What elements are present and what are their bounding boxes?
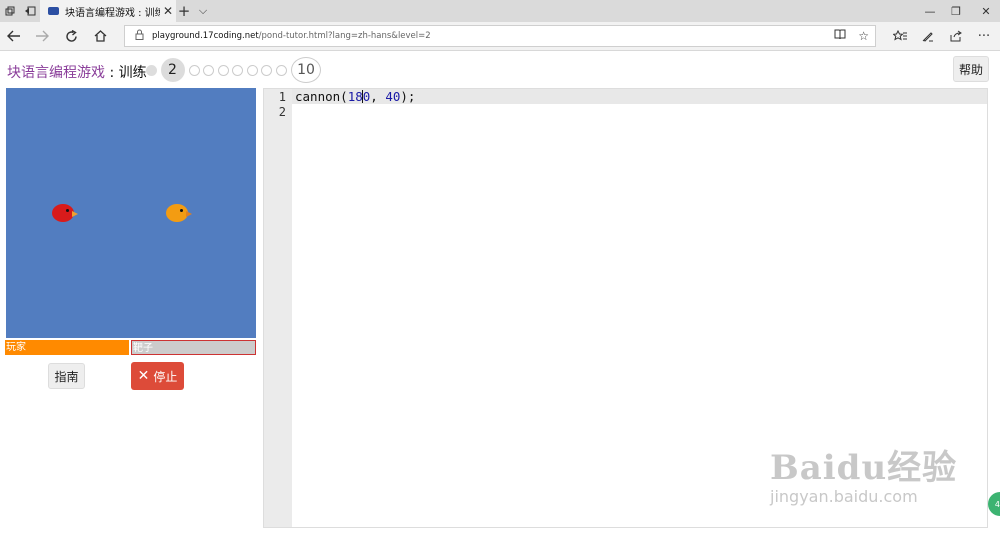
favorite-star-icon[interactable]: ☆ xyxy=(858,29,869,43)
target-duck-icon xyxy=(166,204,192,222)
player-duck-icon xyxy=(52,204,78,222)
pen-icon[interactable] xyxy=(918,22,938,50)
more-icon[interactable]: ··· xyxy=(974,22,994,50)
line-number-gutter xyxy=(264,89,292,527)
restore-button[interactable]: ❐ xyxy=(946,0,966,22)
address-url: playground.17coding.net/pond-tutor.html?… xyxy=(152,31,431,41)
page-title: 块语言编程游戏 : 训练 xyxy=(7,62,147,82)
game-title-link[interactable]: 块语言编程游戏 xyxy=(7,65,105,81)
tab-menu-icon[interactable]: ⌵ xyxy=(196,0,210,22)
address-bar[interactable]: playground.17coding.net/pond-tutor.html?… xyxy=(124,25,876,47)
active-tab[interactable]: 块语言编程游戏 : 训练 ✕ xyxy=(40,0,176,22)
line-number: 2 xyxy=(278,105,286,119)
level-3-dot[interactable] xyxy=(188,64,200,76)
guide-button[interactable]: 指南 xyxy=(48,363,85,389)
player-health-bar: 玩家 xyxy=(5,340,129,355)
pond-canvas xyxy=(6,88,256,338)
target-health-bar: 靶子 xyxy=(131,340,256,355)
level-9-dot[interactable] xyxy=(275,64,287,76)
window-close-button[interactable]: ✕ xyxy=(976,0,996,22)
tab-close-icon[interactable]: ✕ xyxy=(160,4,176,18)
level-8-dot[interactable] xyxy=(261,64,272,76)
close-icon: ✕ xyxy=(137,368,150,384)
back-arrow-icon[interactable] xyxy=(4,22,24,50)
minimize-button[interactable]: — xyxy=(920,0,940,22)
new-tab-button[interactable]: + xyxy=(176,0,192,22)
title-separator: : xyxy=(105,65,119,81)
lock-icon xyxy=(135,29,144,43)
line-number: 1 xyxy=(278,90,286,104)
level-7-dot[interactable] xyxy=(246,64,258,76)
reading-view-icon[interactable] xyxy=(834,29,846,43)
back-tabs-icon[interactable] xyxy=(22,0,38,22)
level-1-dot[interactable] xyxy=(146,64,157,76)
browser-tab-strip: 块语言编程游戏 : 训练 ✕ + ⌵ — ❐ ✕ xyxy=(0,0,1000,22)
level-5-dot[interactable] xyxy=(217,64,229,76)
level-4-dot[interactable] xyxy=(203,64,214,76)
level-6-dot[interactable] xyxy=(232,64,243,76)
stop-label: 停止 xyxy=(153,369,178,384)
level-selector: 2 10 xyxy=(146,56,321,84)
current-level: 2 xyxy=(160,58,185,82)
code-line[interactable]: cannon(180, 40); xyxy=(295,89,415,104)
home-icon[interactable] xyxy=(90,22,110,50)
tab-title: 块语言编程游戏 : 训练 xyxy=(65,7,160,19)
browser-nav-bar: playground.17coding.net/pond-tutor.html?… xyxy=(0,22,1000,51)
help-button[interactable]: 帮助 xyxy=(953,56,989,82)
share-icon[interactable] xyxy=(946,22,966,50)
stop-button[interactable]: ✕ 停止 xyxy=(131,362,184,390)
floating-badge[interactable]: 46 xyxy=(988,492,1000,516)
code-editor[interactable]: 1 2 cannon(180, 40); xyxy=(263,88,988,528)
refresh-icon[interactable] xyxy=(61,22,81,50)
forward-arrow-icon[interactable] xyxy=(32,22,52,50)
favorites-list-icon[interactable] xyxy=(890,22,910,50)
last-level[interactable]: 10 xyxy=(291,57,321,83)
tab-favicon-icon xyxy=(48,7,59,15)
tab-group-icon[interactable] xyxy=(2,0,18,22)
mode-label: 训练 xyxy=(118,65,147,81)
